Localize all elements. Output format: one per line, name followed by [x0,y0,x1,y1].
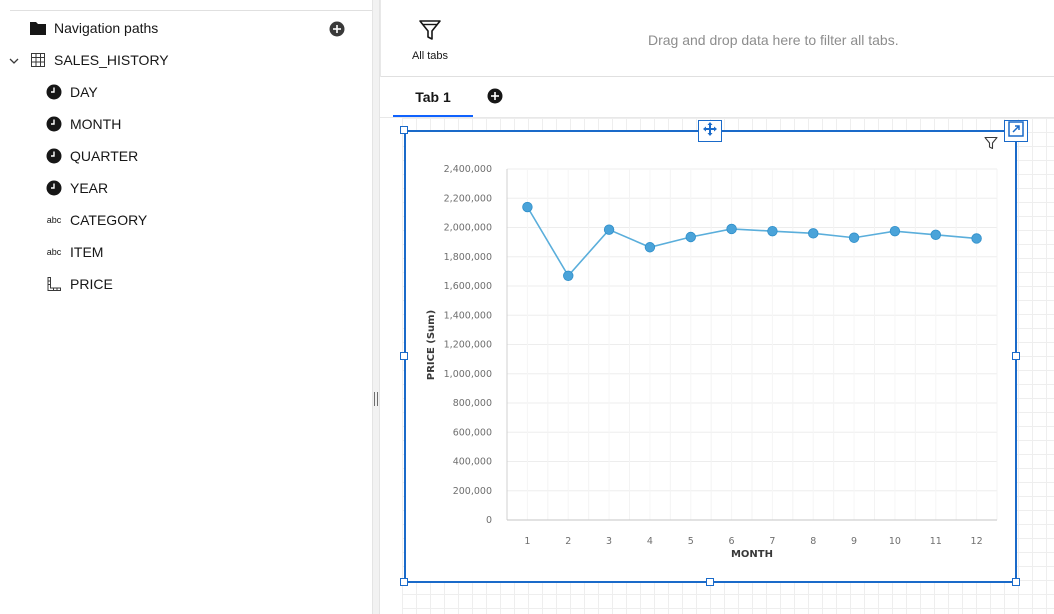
resize-handle-top-left[interactable] [400,126,408,134]
line-chart-widget[interactable] [404,130,1017,583]
tree-item-label: Navigation paths [54,20,159,36]
resize-handle-bottom-left[interactable] [400,578,408,586]
tree-item-label: MONTH [70,116,122,132]
tree-item-month[interactable]: MONTH [46,112,121,136]
tree-item-label: CATEGORY [70,212,148,228]
move-arrows-icon [702,121,718,142]
filter-bar-divider [380,0,381,77]
tree-item-item[interactable]: abc ITEM [46,240,104,264]
tree-item-day[interactable]: DAY [46,80,98,104]
tree-item-category[interactable]: abc CATEGORY [46,208,148,232]
panel-splitter[interactable] [372,0,380,614]
tree-item-label: ITEM [70,244,104,260]
resize-handle-right[interactable] [1012,352,1020,360]
tree-item-navigation-paths[interactable]: Navigation paths [30,16,158,40]
resize-handle-bottom-right[interactable] [1012,578,1020,586]
clock-icon [46,84,62,100]
all-tabs-filter-button[interactable]: All tabs [404,18,456,66]
data-tree-panel: Navigation paths SALES_HISTORY DAY MONTH… [0,0,372,614]
tab-bar: Tab 1 [380,78,1054,118]
clock-icon [46,116,62,132]
tree-item-label: SALES_HISTORY [54,52,169,68]
all-tabs-label: All tabs [411,50,449,62]
tree-item-price[interactable]: PRICE [46,272,113,296]
abc-icon: abc [46,247,62,257]
ruler-icon [46,276,62,292]
tree-item-sales-history[interactable]: SALES_HISTORY [30,48,169,72]
tree-item-label: YEAR [70,180,109,196]
resize-handle-bottom[interactable] [706,578,714,586]
clock-icon [46,180,62,196]
expand-widget-button[interactable] [1004,120,1028,142]
move-widget-button[interactable] [698,120,722,142]
tree-item-label: DAY [70,84,98,100]
table-icon [30,52,46,68]
tree-item-quarter[interactable]: QUARTER [46,144,138,168]
abc-icon: abc [46,215,62,225]
tree-item-year[interactable]: YEAR [46,176,108,200]
tree-item-label: PRICE [70,276,113,292]
widget-filter-icon[interactable] [984,136,998,150]
tab-1[interactable]: Tab 1 [393,78,473,117]
filter-icon [418,20,442,46]
splitter-grip-icon[interactable] [374,392,378,406]
panel-divider [10,10,372,11]
add-tab-icon[interactable] [487,88,503,104]
folder-icon [30,20,46,36]
chevron-down-icon[interactable] [8,54,20,66]
filter-drop-zone[interactable]: All tabs Drag and drop data here to filt… [380,0,1054,77]
tree-item-label: QUARTER [70,148,139,164]
clock-icon [46,148,62,164]
drop-hint-text: Drag and drop data here to filter all ta… [648,32,899,48]
add-navigation-path-icon[interactable] [329,21,345,37]
resize-handle-left[interactable] [400,352,408,360]
expand-icon [1008,120,1024,142]
